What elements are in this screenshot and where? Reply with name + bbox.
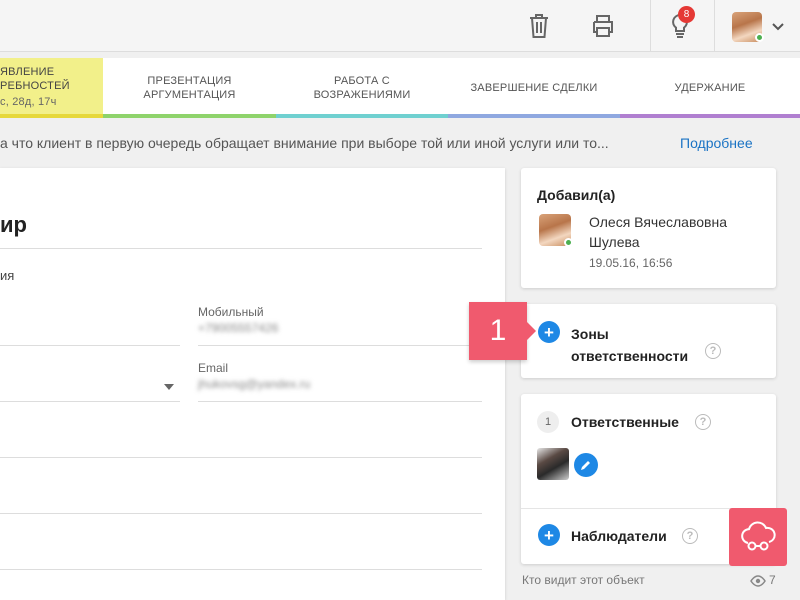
zones-label-line: Зоны — [571, 326, 609, 342]
added-date: 19.05.16, 16:56 — [589, 256, 673, 270]
online-indicator — [564, 238, 573, 247]
watchers-label: Наблюдатели — [571, 528, 667, 544]
online-indicator — [755, 33, 764, 42]
visibility-link[interactable]: Кто видит этот объект — [522, 573, 645, 587]
field-divider — [0, 513, 482, 514]
stage-presentation[interactable]: ПРЕЗЕНТАЦИЯ АРГУМЕНТАЦИЯ — [103, 58, 276, 118]
zones-label: Зоны ответственности — [571, 323, 688, 367]
chat-widget-button[interactable] — [729, 508, 787, 566]
zones-card: + Зоны ответственности ? — [521, 304, 776, 378]
eye-icon — [750, 574, 766, 592]
page-title: ир — [0, 212, 27, 237]
more-link[interactable]: Подробнее — [680, 135, 753, 151]
help-icon[interactable]: ? — [705, 343, 721, 359]
sales-stages: ЯВЛЕНИЕ РЕБНОСТЕЙ с, 28д, 17ч ПРЕЗЕНТАЦИ… — [0, 58, 800, 118]
help-icon[interactable]: ? — [682, 528, 698, 544]
top-toolbar: 8 — [0, 0, 800, 52]
added-by-heading: Добавил(а) — [537, 187, 616, 203]
mobile-label: Мобильный — [198, 305, 264, 319]
contact-form-card: ир ия Мобильный +79005557426 Email jhuko… — [0, 168, 505, 600]
stage-label: ПРЕЗЕНТАЦИЯ — [147, 75, 232, 87]
add-watcher-button[interactable]: + — [538, 524, 560, 546]
cloud-chat-icon — [741, 521, 776, 551]
responsible-label: Ответственные — [571, 414, 679, 430]
notification-badge: 8 — [678, 6, 695, 23]
stage-timer: с, 28д, 17ч — [0, 96, 57, 108]
email-label: Email — [198, 361, 229, 375]
zones-label-line: ответственности — [571, 348, 689, 364]
stage-label: АРГУМЕНТАЦИЯ — [143, 89, 236, 101]
responsible-avatar[interactable] — [537, 448, 569, 480]
select-field[interactable] — [0, 353, 180, 401]
chevron-down-icon[interactable] — [764, 13, 792, 41]
stage-label: ЗАВЕРШЕНИЕ СДЕЛКИ — [470, 82, 598, 94]
stage-label: УДЕРЖАНИЕ — [674, 82, 746, 94]
step-marker-arrow — [527, 322, 536, 340]
stage-objections[interactable]: РАБОТА С ВОЗРАЖЕНИЯМИ — [276, 58, 448, 118]
section-label: ия — [0, 268, 15, 283]
add-zone-button[interactable]: + — [538, 321, 560, 343]
stage-label: ЯВЛЕНИЕ — [0, 66, 55, 78]
tutorial-step-marker[interactable]: 1 — [469, 302, 527, 360]
dropdown-arrow-icon[interactable] — [164, 377, 174, 395]
field-divider — [0, 569, 482, 570]
author-name[interactable]: Олеся Вячеславовна Шулева — [589, 212, 727, 252]
stage-closing[interactable]: ЗАВЕРШЕНИЕ СДЕЛКИ — [448, 58, 620, 118]
stage-retention[interactable]: УДЕРЖАНИЕ — [620, 58, 800, 118]
stage-needs[interactable]: ЯВЛЕНИЕ РЕБНОСТЕЙ с, 28д, 17ч — [0, 58, 103, 118]
stage-label: РАБОТА С — [334, 75, 390, 87]
hint-text: а что клиент в первую очередь обращает в… — [0, 135, 609, 151]
trash-icon[interactable] — [525, 12, 553, 40]
help-icon[interactable]: ? — [695, 414, 711, 430]
printer-icon[interactable] — [589, 12, 617, 40]
field-divider — [0, 457, 482, 458]
views-count: 7 — [769, 573, 776, 587]
stage-label: РЕБНОСТЕЙ — [0, 80, 70, 92]
edit-pencil-icon[interactable] — [574, 453, 598, 477]
email-field[interactable]: jhukovsg@yandex.ru — [198, 377, 310, 391]
stage-label: ВОЗРАЖЕНИЯМИ — [313, 89, 411, 101]
mobile-field[interactable]: +79005557426 — [198, 321, 278, 335]
author-name-line: Шулева — [589, 234, 640, 250]
author-name-line: Олеся Вячеславовна — [589, 214, 727, 230]
hint-bar: а что клиент в первую очередь обращает в… — [0, 128, 800, 160]
added-by-card: Добавил(а) Олеся Вячеславовна Шулева 19.… — [521, 168, 776, 288]
responsible-count: 1 — [537, 411, 559, 433]
